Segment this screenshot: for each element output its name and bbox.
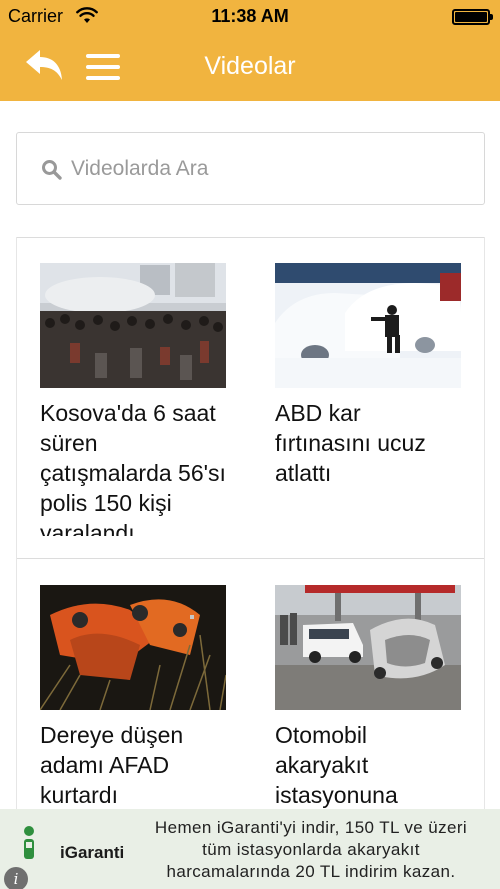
snow-covered-cars-image xyxy=(275,263,461,388)
info-icon[interactable]: i xyxy=(4,867,28,889)
grid-divider xyxy=(16,237,17,817)
nav-bar: Videolar xyxy=(0,34,500,101)
protest-crowd-image xyxy=(40,263,226,388)
search-box[interactable] xyxy=(16,132,485,205)
igaranti-logo: iGaranti xyxy=(18,821,125,865)
video-title: ABD kar fırtınasını ucuz atlattı xyxy=(275,400,426,486)
battery-icon xyxy=(452,9,493,25)
video-title: Dereye düşen adamı AFAD kurtardı xyxy=(40,722,184,808)
grid-divider xyxy=(16,237,485,238)
grid-divider xyxy=(484,237,485,817)
search-icon xyxy=(42,160,62,180)
grid-divider xyxy=(16,558,485,559)
ad-text-line: harcamalarında 20 TL indirim kazan. xyxy=(166,862,456,881)
page-title: Videolar xyxy=(204,52,296,80)
video-title: Kosova'da 6 saat süren çatışmalarda 56's… xyxy=(40,400,226,536)
car-crash-gas-station-image xyxy=(275,585,461,710)
igaranti-logo-text: iGaranti xyxy=(60,843,125,862)
ad-text-line: Hemen iGaranti'yi indir, 150 TL ve üzeri xyxy=(154,818,468,837)
video-card[interactable]: Kosova'da 6 saat süren çatışmalarda 56's… xyxy=(40,263,226,536)
rescue-workers-image xyxy=(40,585,226,710)
ad-banner[interactable]: iGaranti Hemen iGaranti'yi indir, 150 TL… xyxy=(0,809,500,889)
ad-text-line: tüm istasyonlarda akaryakıt xyxy=(202,840,420,859)
video-card[interactable]: ABD kar fırtınasını ucuz atlattı xyxy=(275,263,461,536)
search-input[interactable] xyxy=(71,153,471,185)
ad-text: Hemen iGaranti'yi indir, 150 TL ve üzeri… xyxy=(126,817,496,883)
video-card[interactable]: Dereye düşen adamı AFAD kurtardı xyxy=(40,585,226,812)
status-bar: Carrier 11:38 AM xyxy=(0,0,500,34)
status-time: 11:38 AM xyxy=(211,6,289,26)
igaranti-logo-mark xyxy=(24,826,34,859)
video-title: Otomobil akaryakıt istasyonuna xyxy=(275,722,398,808)
video-card[interactable]: Otomobil akaryakıt istasyonuna xyxy=(275,585,461,812)
